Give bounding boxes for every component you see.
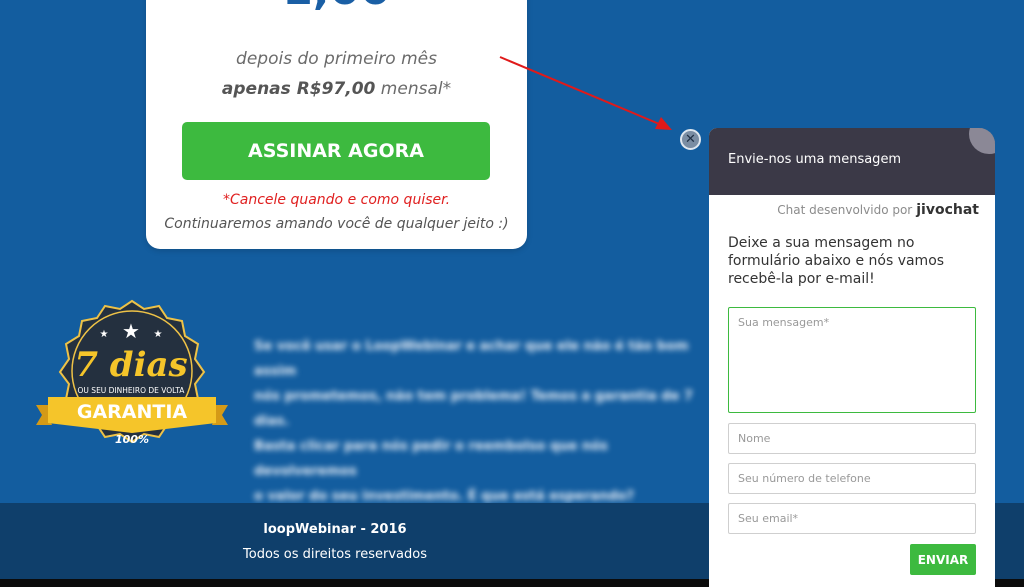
powered-by-label: Chat desenvolvido por <box>777 203 913 217</box>
email-input[interactable] <box>728 503 976 534</box>
small-star-left-icon: ★ <box>100 329 109 340</box>
badge-percent: 100% <box>115 433 149 446</box>
jivochat-logo[interactable]: jivochat <box>916 202 979 218</box>
chat-header: Envie-nos uma mensagem <box>709 128 995 195</box>
badge-ribbon-text: GARANTIA <box>77 401 188 423</box>
message-input[interactable] <box>728 307 976 413</box>
footer-brand: loopWebinar - 2016 <box>263 522 407 537</box>
chat-corner-decoration <box>969 128 995 154</box>
phone-input[interactable] <box>728 463 976 494</box>
guarantee-badge: ★ ★ ★ 7 dias OU SEU DINHEIRO DE VOLTA GA… <box>36 299 228 446</box>
paragraph-line: Basta clicar para nós pedir o reembolso … <box>254 439 608 479</box>
chat-header-title: Envie-nos uma mensagem <box>728 152 902 167</box>
badge-days: 7 dias <box>74 345 187 385</box>
badge-subtitle: OU SEU DINHEIRO DE VOLTA <box>78 386 186 395</box>
close-icon[interactable]: ✕ <box>680 129 701 150</box>
chat-intro-text: Deixe a sua mensagem no formulário abaix… <box>728 235 945 287</box>
chat-widget: Envie-nos uma mensagem Chat desenvolvido… <box>709 128 995 587</box>
star-icon: ★ <box>122 319 140 343</box>
chat-powered-by: Chat desenvolvido por jivochat <box>777 202 979 218</box>
paragraph-line: Se você usar o LoopWebinar e achar que e… <box>254 339 689 379</box>
send-button[interactable]: ENVIAR <box>910 544 976 575</box>
name-input[interactable] <box>728 423 976 454</box>
footer-rights: Todos os direitos reservados <box>243 547 427 562</box>
small-star-right-icon: ★ <box>154 329 163 340</box>
paragraph-line: nós prometemos, não tem problema! Temos … <box>254 389 693 429</box>
guarantee-paragraph: Se você usar o LoopWebinar e achar que e… <box>254 334 712 509</box>
